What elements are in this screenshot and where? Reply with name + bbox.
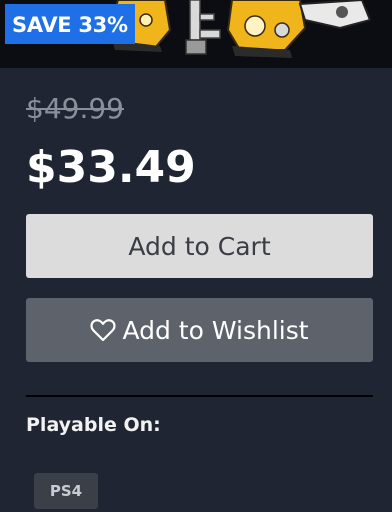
add-to-cart-label: Add to Cart — [128, 231, 271, 261]
playable-on-heading: Playable On: — [26, 414, 161, 436]
add-to-wishlist-button[interactable]: Add to Wishlist — [26, 298, 373, 362]
product-hero-image: SAVE 33% — [0, 0, 392, 68]
heart-icon — [90, 319, 116, 342]
section-divider — [26, 395, 373, 397]
add-to-wishlist-label: Add to Wishlist — [122, 315, 309, 345]
sale-price: $33.49 — [26, 142, 196, 193]
discount-badge: SAVE 33% — [5, 4, 135, 44]
original-price: $49.99 — [26, 92, 124, 125]
platform-tag-ps4[interactable]: PS4 — [34, 473, 98, 509]
add-to-cart-button[interactable]: Add to Cart — [26, 214, 373, 278]
